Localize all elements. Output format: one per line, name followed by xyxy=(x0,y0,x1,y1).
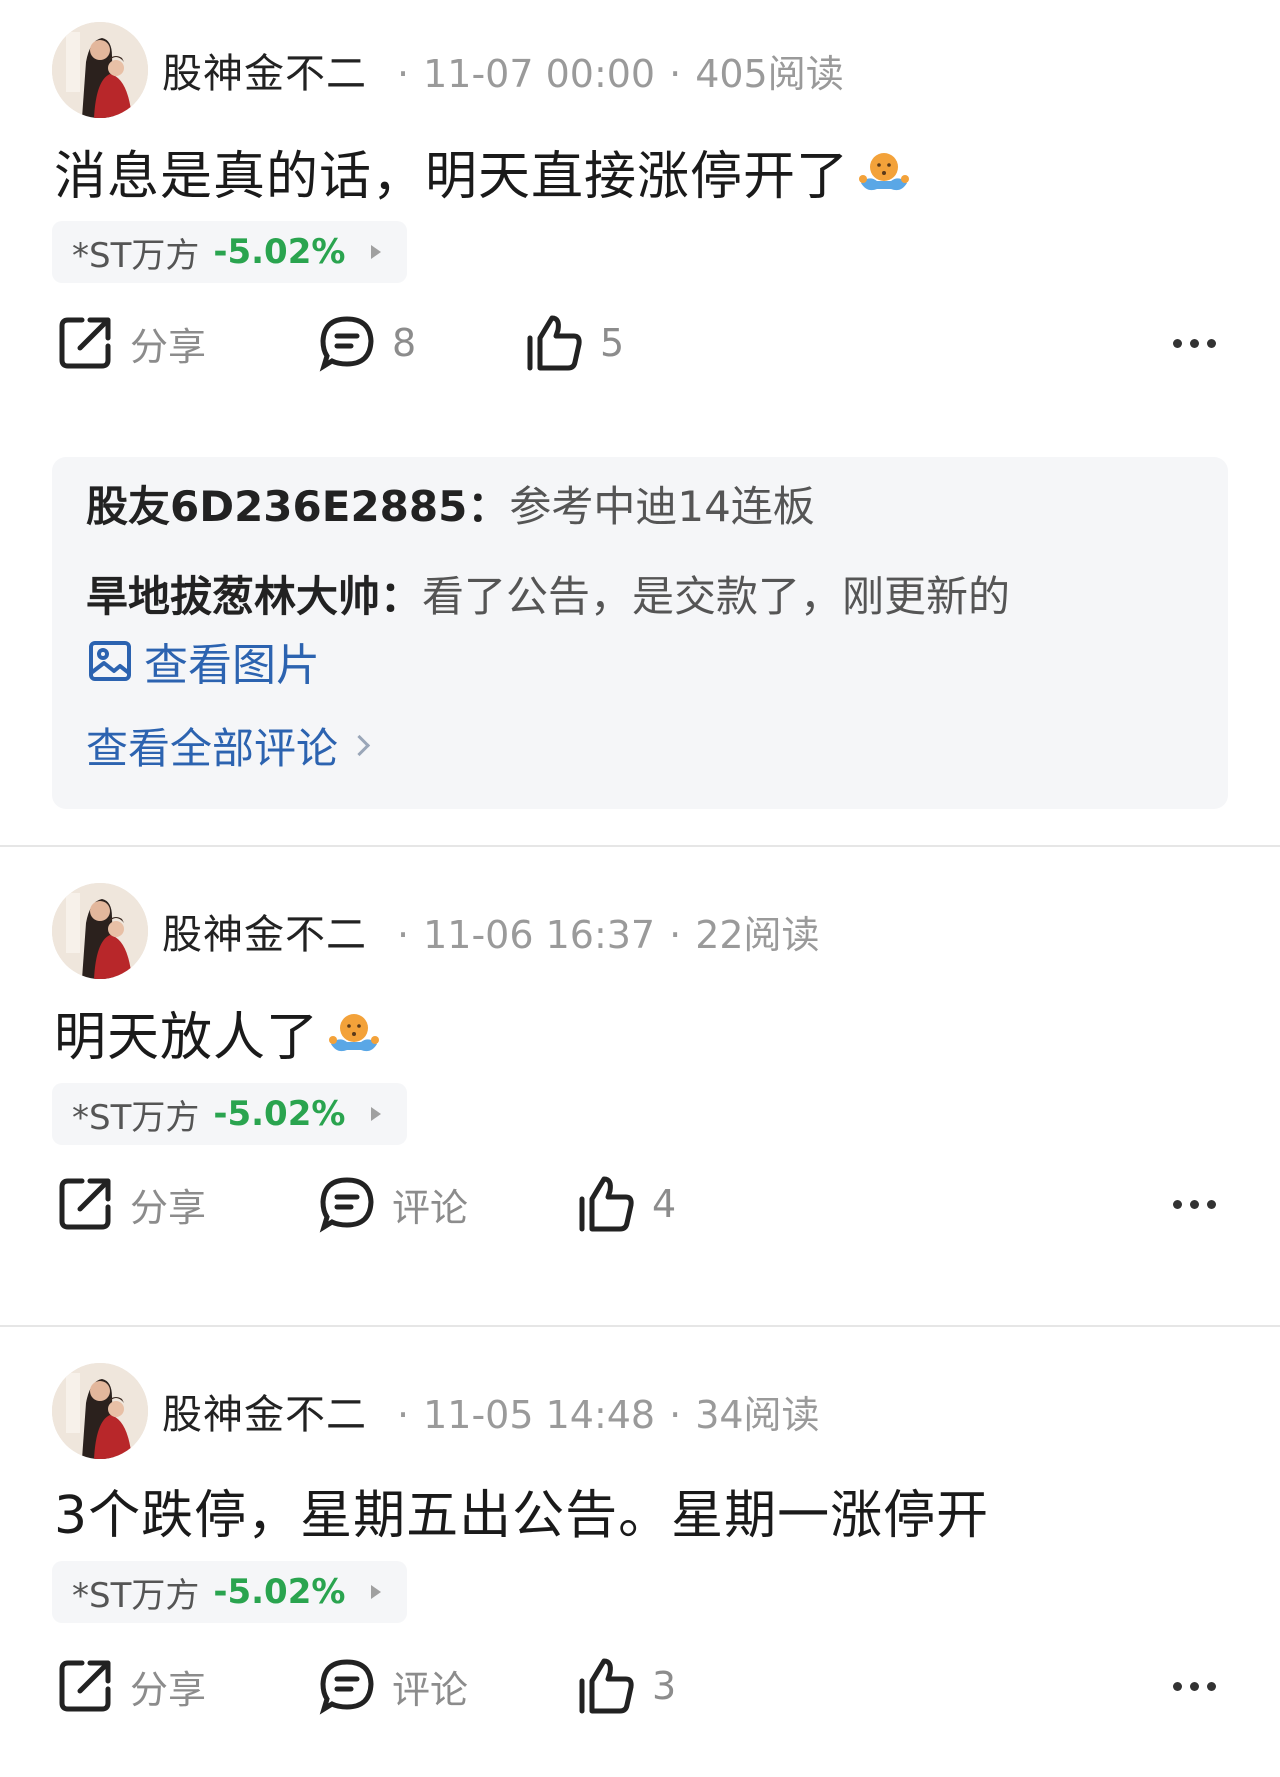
stock-change: -5.02% xyxy=(213,1572,346,1612)
read-count: 405阅读 xyxy=(695,51,844,96)
post-header: 股神金不二 · 11-05 14:48 · 34阅读 xyxy=(52,1363,820,1459)
author-name[interactable]: 股神金不二 xyxy=(162,902,367,960)
avatar[interactable] xyxy=(52,883,148,979)
share-label: 分享 xyxy=(130,324,207,369)
comment-count: 8 xyxy=(392,321,417,365)
action-bar: 分享 评论 4 xyxy=(0,1169,1280,1239)
comment-button[interactable]: 评论 xyxy=(318,1651,468,1721)
like-icon xyxy=(579,1658,634,1714)
shrug-emoji-icon xyxy=(329,1013,380,1051)
avatar[interactable] xyxy=(52,1363,148,1459)
stock-name: *ST万方 xyxy=(72,1097,200,1138)
like-count: 4 xyxy=(652,1182,677,1226)
share-icon xyxy=(59,1660,111,1712)
like-button[interactable]: 4 xyxy=(576,1169,676,1239)
stock-change: -5.02% xyxy=(213,232,346,272)
comment-item[interactable]: 旱地拔葱林大帅：看了公告，是交款了，刚更新的 xyxy=(86,569,1194,625)
post-content[interactable]: 3个跌停，星期五出公告。星期一涨停开 xyxy=(54,1473,989,1548)
post-content[interactable]: 消息是真的话，明天直接涨停开了 xyxy=(54,134,913,209)
like-button[interactable]: 5 xyxy=(524,308,624,378)
avatar[interactable] xyxy=(52,22,148,118)
share-icon xyxy=(59,317,111,369)
like-icon xyxy=(579,1176,634,1232)
comment-preview[interactable]: 股友6D236E2885：参考中迪14连板 旱地拔葱林大帅：看了公告，是交款了，… xyxy=(52,457,1228,809)
post-meta: · 11-07 00:00 · 405阅读 xyxy=(397,51,844,96)
share-button[interactable]: 分享 xyxy=(56,1169,206,1239)
post-content[interactable]: 明天放人了 xyxy=(54,995,383,1070)
share-button[interactable]: 分享 xyxy=(56,1651,206,1721)
stock-tag[interactable]: *ST万方 -5.02% xyxy=(52,1083,407,1145)
stock-tag[interactable]: *ST万方 -5.02% xyxy=(52,221,407,283)
share-label: 分享 xyxy=(130,1667,207,1712)
post-text: 消息是真的话，明天直接涨停开了 xyxy=(54,147,850,207)
post: 股神金不二 · 11-06 16:37 · 22阅读 明天放人了 *ST万方 -5.0… xyxy=(0,847,1280,1325)
post-time: 11-05 14:48 xyxy=(423,1392,656,1437)
like-button[interactable]: 3 xyxy=(576,1651,676,1721)
stock-tag[interactable]: *ST万方 -5.02% xyxy=(52,1561,407,1623)
comment-button[interactable]: 8 xyxy=(318,308,416,378)
stock-change: -5.02% xyxy=(213,1094,346,1134)
play-arrow-icon xyxy=(371,1107,382,1121)
post-meta: · 11-06 16:37 · 22阅读 xyxy=(397,912,820,957)
like-count: 5 xyxy=(600,321,625,365)
comment-icon xyxy=(319,1659,374,1715)
like-count: 3 xyxy=(652,1664,677,1708)
action-bar: 分享 评论 3 xyxy=(0,1651,1280,1721)
more-button[interactable] xyxy=(1169,308,1220,378)
view-all-comments-link[interactable]: 查看全部评论 xyxy=(86,715,1194,776)
comment-user[interactable]: 旱地拔葱林大帅 xyxy=(86,572,380,621)
comment-text: 看了公告，是交款了，刚更新的 xyxy=(422,572,1011,621)
post-text: 3个跌停，星期五出公告。星期一涨停开 xyxy=(54,1486,990,1546)
read-count: 34阅读 xyxy=(695,1392,820,1437)
chevron-right-icon xyxy=(348,734,371,757)
stock-name: *ST万方 xyxy=(72,235,200,276)
comment-button[interactable]: 评论 xyxy=(318,1169,468,1239)
more-button[interactable] xyxy=(1169,1651,1220,1721)
share-icon xyxy=(59,1178,111,1230)
comment-icon xyxy=(319,316,374,372)
stock-name: *ST万方 xyxy=(72,1575,200,1616)
author-name[interactable]: 股神金不二 xyxy=(162,1382,367,1440)
post: 股神金不二 · 11-07 00:00 · 405阅读 消息是真的话，明天直接涨停开了… xyxy=(0,0,1280,845)
post-meta: · 11-05 14:48 · 34阅读 xyxy=(397,1392,820,1437)
read-count: 22阅读 xyxy=(695,912,820,957)
post-header: 股神金不二 · 11-06 16:37 · 22阅读 xyxy=(52,883,820,979)
action-bar: 分享 8 5 xyxy=(0,308,1280,378)
post-text: 明天放人了 xyxy=(54,1008,320,1068)
comment-label: 评论 xyxy=(392,1185,469,1230)
comment-label: 评论 xyxy=(392,1667,469,1712)
view-image-link[interactable]: 查看图片 xyxy=(86,629,1194,693)
more-button[interactable] xyxy=(1169,1169,1220,1239)
shrug-emoji-icon xyxy=(859,152,910,190)
comment-user[interactable]: 股友6D236E2885 xyxy=(86,482,467,531)
post-time: 11-06 16:37 xyxy=(423,912,656,957)
share-button[interactable]: 分享 xyxy=(56,308,206,378)
play-arrow-icon xyxy=(371,245,382,259)
view-image-label: 查看图片 xyxy=(144,640,320,691)
like-icon xyxy=(527,315,582,371)
share-label: 分享 xyxy=(130,1185,207,1230)
view-all-label: 查看全部评论 xyxy=(86,724,339,773)
play-arrow-icon xyxy=(371,1585,382,1599)
comment-item[interactable]: 股友6D236E2885：参考中迪14连板 xyxy=(86,479,1194,535)
post: 股神金不二 · 11-05 14:48 · 34阅读 3个跌停，星期五出公告。星期一涨… xyxy=(0,1327,1280,1777)
image-icon xyxy=(89,641,131,681)
comment-icon xyxy=(319,1177,374,1233)
author-name[interactable]: 股神金不二 xyxy=(162,41,367,99)
post-time: 11-07 00:00 xyxy=(423,51,656,96)
post-header: 股神金不二 · 11-07 00:00 · 405阅读 xyxy=(52,22,844,118)
comment-text: 参考中迪14连板 xyxy=(509,482,815,531)
